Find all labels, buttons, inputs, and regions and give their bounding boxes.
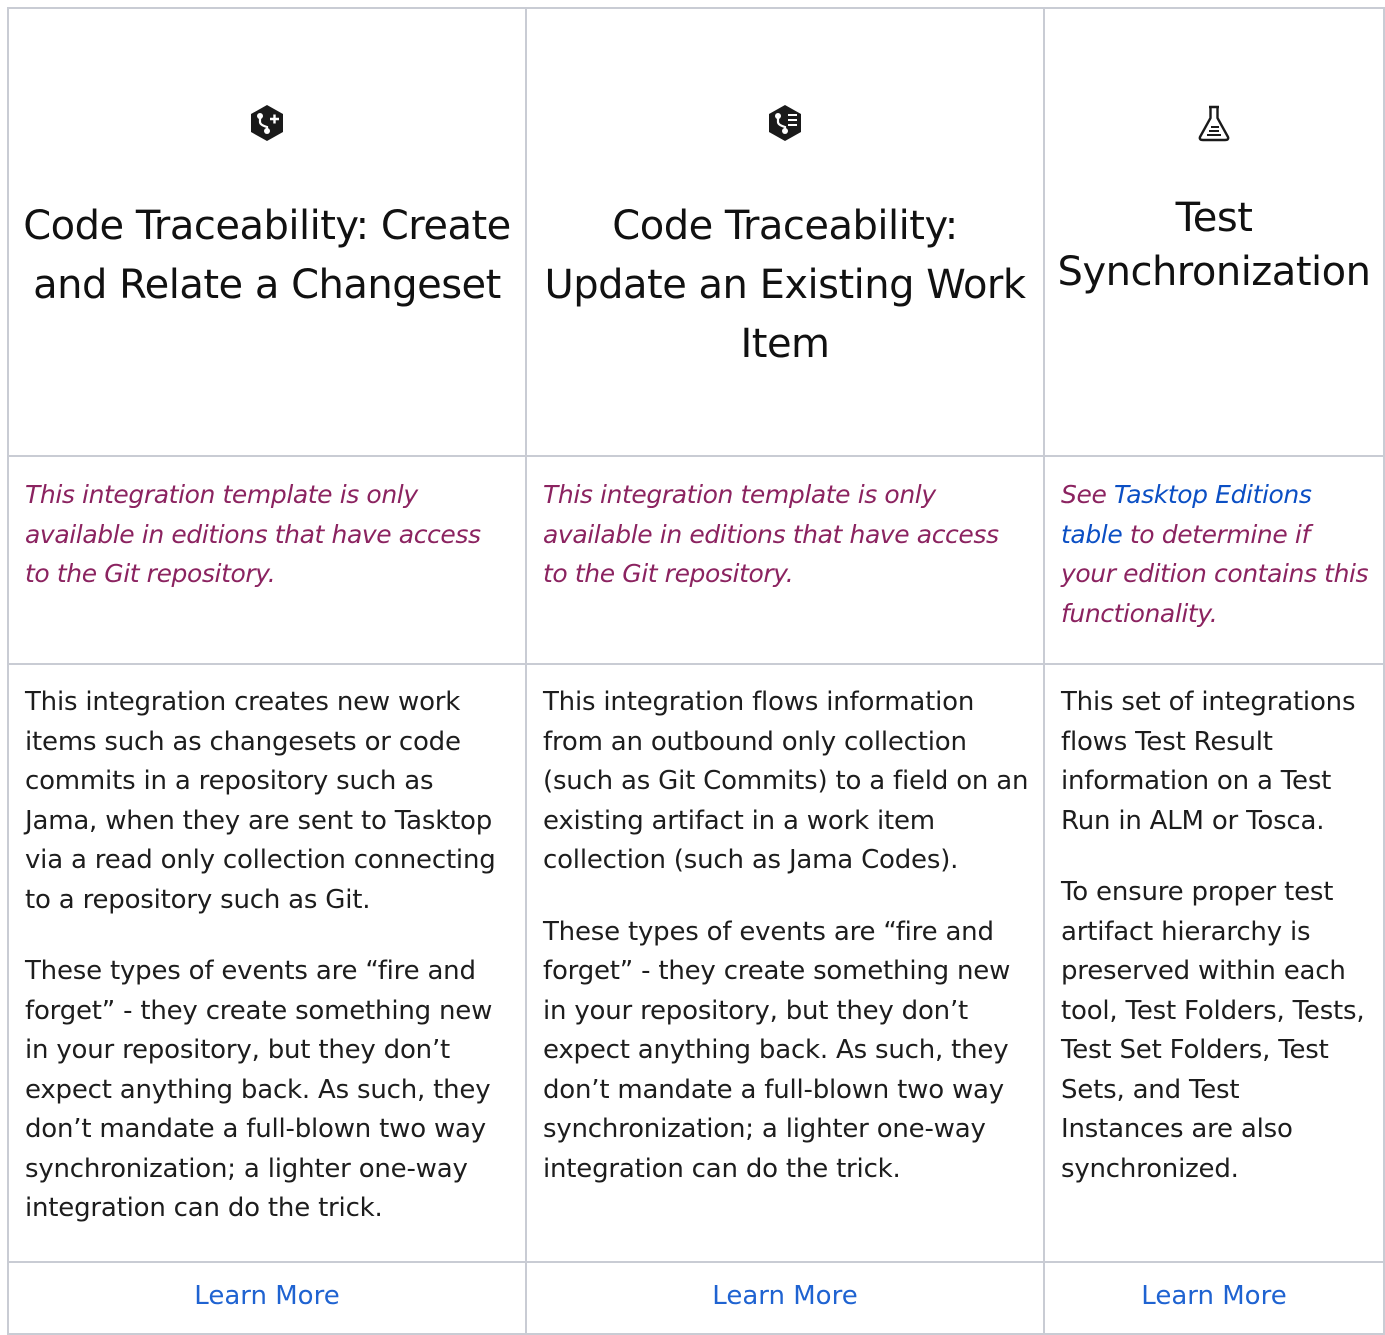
description-row: This integration creates new work items … bbox=[7, 663, 1385, 1263]
integration-templates-table: Code Traceability: Create and Relate a C… bbox=[7, 7, 1385, 1335]
edition-note: See Tasktop Editions table to determine … bbox=[1061, 475, 1369, 633]
edition-note: This integration template is only availa… bbox=[25, 480, 481, 588]
learn-more-cell: Learn More bbox=[525, 1260, 1045, 1335]
description-cell: This integration creates new work items … bbox=[7, 663, 527, 1263]
edition-note-cell: This integration template is only availa… bbox=[525, 455, 1045, 665]
edition-note-cell: This integration template is only availa… bbox=[7, 455, 527, 665]
edition-note: This integration template is only availa… bbox=[543, 480, 999, 588]
description-paragraph: This integration flows information from … bbox=[543, 687, 1029, 875]
learn-more-link[interactable]: Learn More bbox=[194, 1281, 339, 1311]
column-header-test-sync: Test Synchronization bbox=[1043, 7, 1385, 457]
header-row: Code Traceability: Create and Relate a C… bbox=[7, 7, 1385, 457]
note-prefix: See bbox=[1061, 480, 1114, 509]
description-paragraph: This set of integrations flows Test Resu… bbox=[1061, 687, 1356, 836]
description-paragraph: These types of events are “fire and forg… bbox=[25, 956, 493, 1223]
note-row: This integration template is only availa… bbox=[7, 455, 1385, 665]
description-paragraph: This integration creates new work items … bbox=[25, 687, 496, 915]
column-header-code-update: Code Traceability: Update an Existing Wo… bbox=[525, 7, 1045, 457]
learn-more-cell: Learn More bbox=[1043, 1260, 1385, 1335]
learn-more-link[interactable]: Learn More bbox=[712, 1281, 857, 1311]
git-branch-list-icon bbox=[527, 103, 1043, 143]
git-branch-plus-icon bbox=[9, 103, 525, 143]
column-title: Code Traceability: Update an Existing Wo… bbox=[544, 203, 1026, 367]
column-header-code-create: Code Traceability: Create and Relate a C… bbox=[7, 7, 527, 457]
description-cell: This set of integrations flows Test Resu… bbox=[1043, 663, 1385, 1263]
column-title: Test Synchronization bbox=[1057, 195, 1371, 295]
flask-icon bbox=[1045, 103, 1383, 143]
column-title: Code Traceability: Create and Relate a C… bbox=[23, 203, 511, 308]
description-paragraph: These types of events are “fire and forg… bbox=[543, 916, 1011, 1184]
learn-more-row: Learn More Learn More Learn More bbox=[7, 1260, 1385, 1335]
learn-more-cell: Learn More bbox=[7, 1260, 527, 1335]
learn-more-link[interactable]: Learn More bbox=[1141, 1281, 1286, 1311]
description-cell: This integration flows information from … bbox=[525, 663, 1045, 1263]
edition-note-cell: See Tasktop Editions table to determine … bbox=[1043, 455, 1385, 665]
description-paragraph: To ensure proper test artifact hierarchy… bbox=[1061, 877, 1365, 1184]
